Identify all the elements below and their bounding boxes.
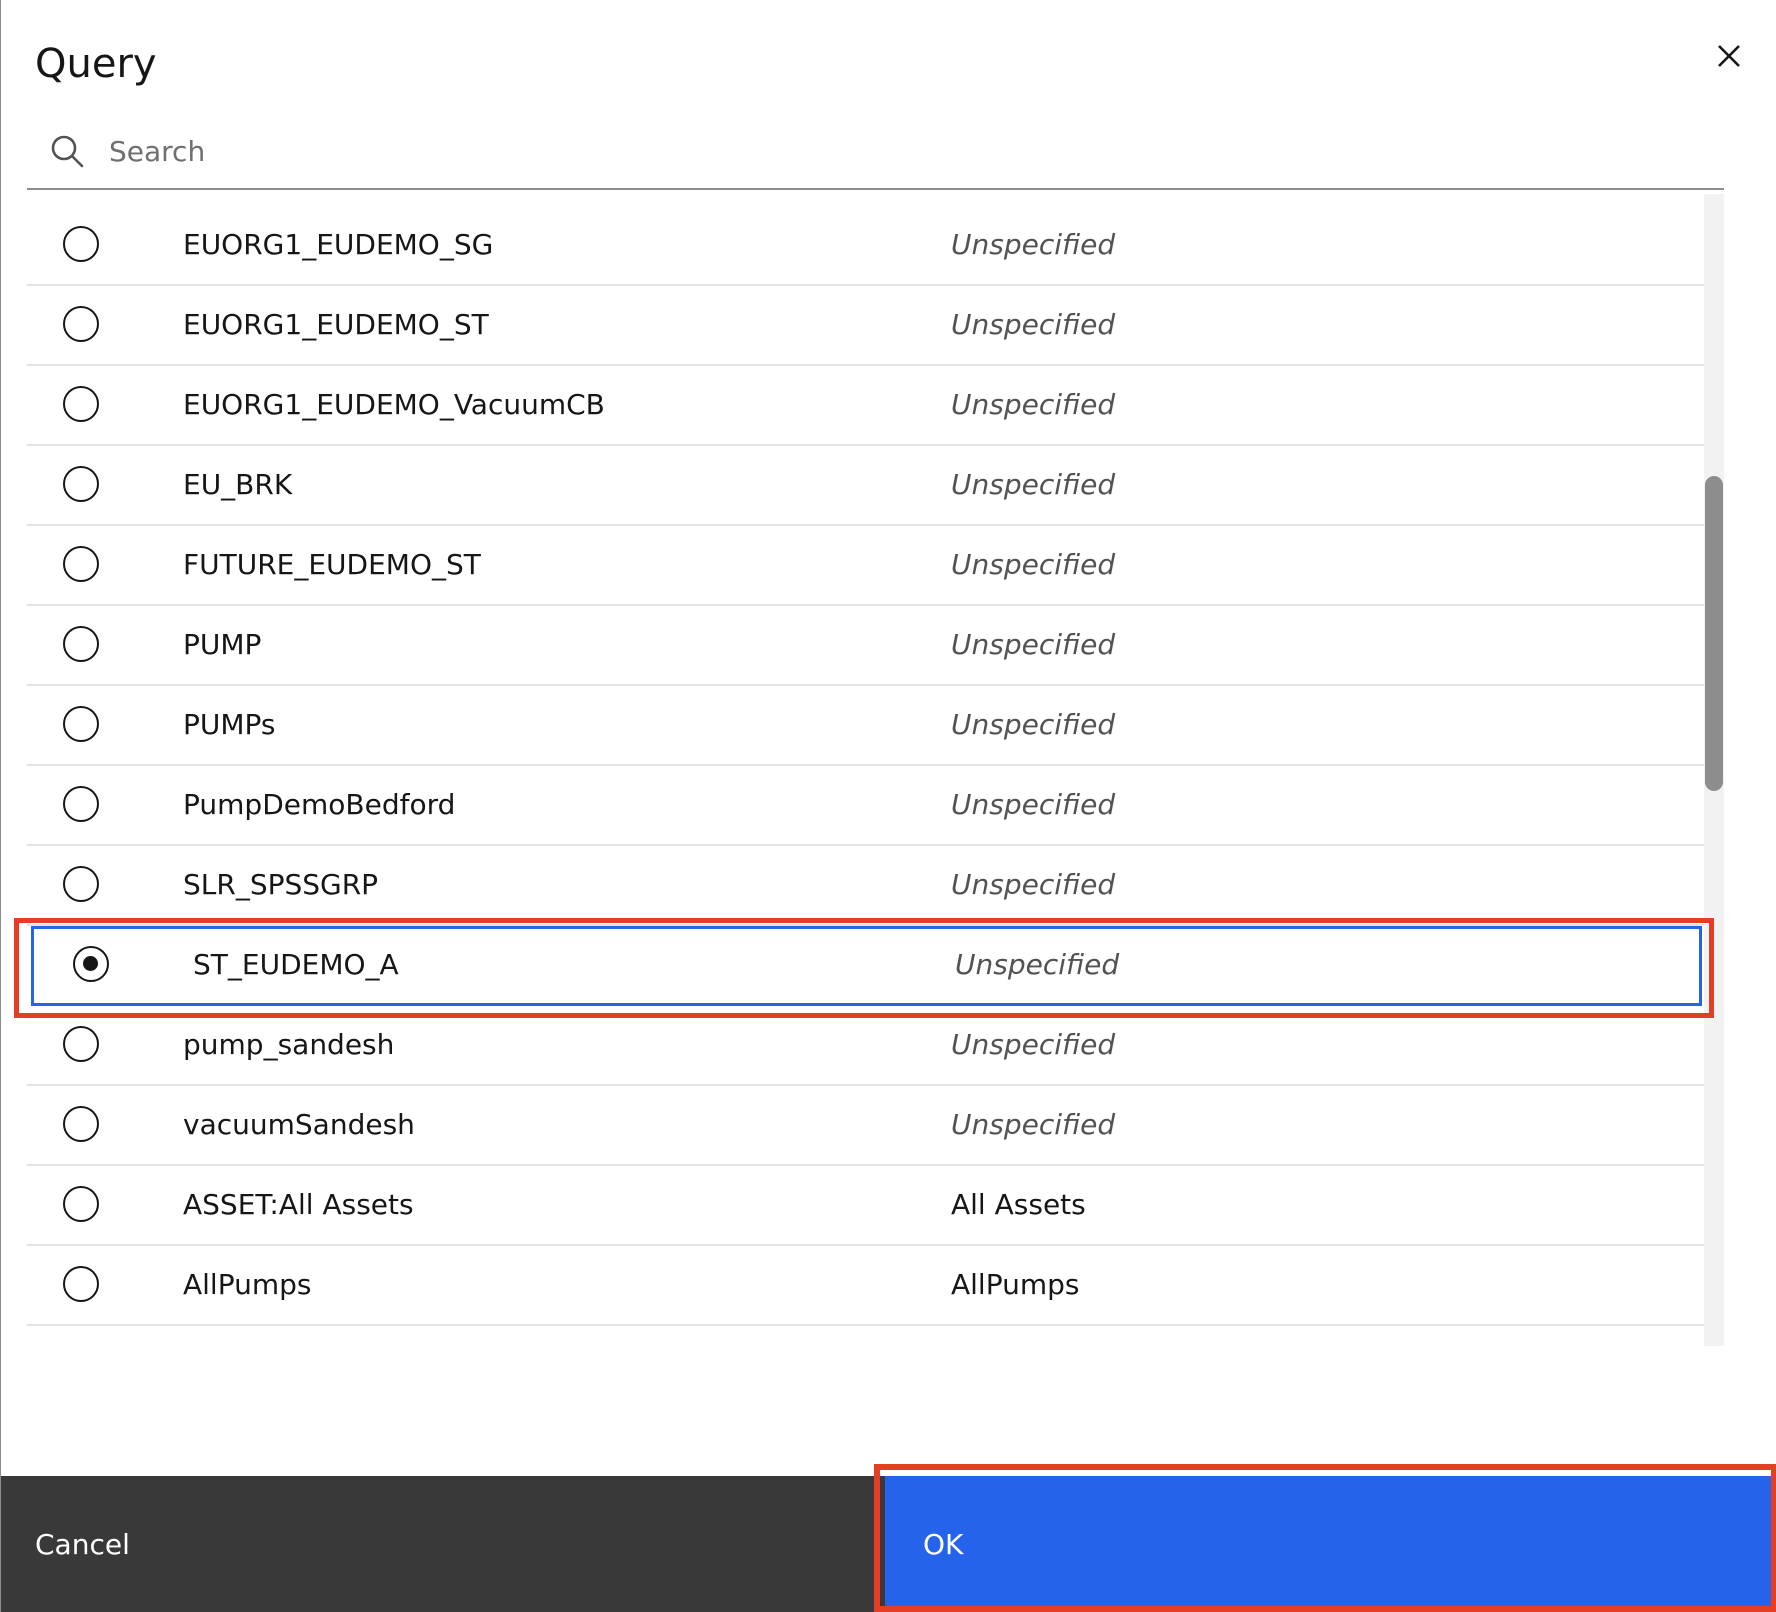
query-dialog: Query EUORG1_EUDEMO_SGUnspecifiedEUORG1_… [0, 0, 1776, 1612]
item-name: ASSET:All Assets [183, 1188, 414, 1221]
item-description: Unspecified [951, 868, 1116, 901]
item-name: AllPumps [183, 1268, 312, 1301]
query-list: EUORG1_EUDEMO_SG Unspecified EUORG1_EUDEMO… [27, 206, 1704, 1346]
radio-button[interactable] [63, 226, 99, 262]
item-description: Unspecified [955, 948, 1120, 981]
item-description: Unspecified [951, 1108, 1116, 1141]
radio-button[interactable] [63, 626, 99, 662]
close-icon [1718, 45, 1740, 67]
item-description: Unspecified [951, 308, 1116, 341]
list-item[interactable]: pump_sandesh Unspecified [27, 1006, 1704, 1086]
radio-button-selected[interactable] [73, 946, 109, 982]
list-item[interactable]: vacuumSandesh Unspecified [27, 1086, 1704, 1166]
item-name: FUTURE_EUDEMO_ST [183, 548, 481, 581]
item-description: Unspecified [951, 388, 1116, 421]
item-name: SLR_SPSSGRP [183, 868, 379, 901]
item-name: EUORG1_EUDEMO_SG [183, 228, 494, 261]
radio-dot [83, 956, 98, 971]
list-item[interactable]: ST_EUDEMO_A Unspecified [31, 926, 1702, 1006]
list-item[interactable]: PumpDemoBedford Unspecified [27, 766, 1704, 846]
scrollbar-thumb[interactable] [1705, 476, 1723, 791]
radio-button[interactable] [63, 866, 99, 902]
list-item[interactable]: SLR_SPSSGRP Unspecified [27, 846, 1704, 926]
radio-button[interactable] [63, 706, 99, 742]
list-item[interactable]: EUORG1_EUDEMO_SG Unspecified [27, 206, 1704, 286]
item-name: PumpDemoBedford [183, 788, 456, 821]
list-item[interactable]: EU_BRK Unspecified [27, 446, 1704, 526]
item-description: Unspecified [951, 548, 1116, 581]
item-name: EUORG1_EUDEMO_ST [183, 308, 489, 341]
radio-button[interactable] [63, 1106, 99, 1142]
item-name: EU_BRK [183, 468, 293, 501]
list-item[interactable]: AllPumps AllPumps [27, 1246, 1704, 1326]
search-bar [27, 115, 1724, 190]
item-description: Unspecified [951, 788, 1116, 821]
radio-button[interactable] [63, 306, 99, 342]
close-button[interactable] [1701, 28, 1757, 84]
item-description: Unspecified [951, 228, 1116, 261]
radio-button[interactable] [63, 786, 99, 822]
item-name: ST_EUDEMO_A [193, 948, 399, 981]
ok-button[interactable]: OK [885, 1476, 1776, 1612]
dialog-title: Query [35, 41, 157, 87]
list-item[interactable]: EUORG1_EUDEMO_VacuumCB Unspecified [27, 366, 1704, 446]
item-name: PUMPs [183, 708, 276, 741]
dialog-footer: Cancel OK [1, 1476, 1776, 1612]
radio-button[interactable] [63, 1026, 99, 1062]
list-item[interactable]: PUMP Unspecified [27, 606, 1704, 686]
radio-button[interactable] [63, 466, 99, 502]
radio-button[interactable] [63, 1186, 99, 1222]
cancel-button[interactable]: Cancel [1, 1476, 885, 1612]
item-name: vacuumSandesh [183, 1108, 415, 1141]
list-item[interactable]: EUORG1_EUDEMO_ST Unspecified [27, 286, 1704, 366]
radio-button[interactable] [63, 386, 99, 422]
item-description: Unspecified [951, 708, 1116, 741]
search-icon [51, 135, 84, 168]
item-description: Unspecified [951, 1028, 1116, 1061]
search-input[interactable] [107, 125, 1689, 177]
radio-button[interactable] [63, 546, 99, 582]
item-name: EUORG1_EUDEMO_VacuumCB [183, 388, 605, 421]
item-name: pump_sandesh [183, 1028, 395, 1061]
item-description: AllPumps [951, 1268, 1080, 1301]
list-item[interactable]: PUMPs Unspecified [27, 686, 1704, 766]
item-name: PUMP [183, 628, 262, 661]
list-item[interactable]: FUTURE_EUDEMO_ST Unspecified [27, 526, 1704, 606]
item-description: Unspecified [951, 628, 1116, 661]
item-description: All Assets [951, 1188, 1086, 1221]
item-description: Unspecified [951, 468, 1116, 501]
list-item[interactable]: ASSET:All Assets All Assets [27, 1166, 1704, 1246]
radio-button[interactable] [63, 1266, 99, 1302]
